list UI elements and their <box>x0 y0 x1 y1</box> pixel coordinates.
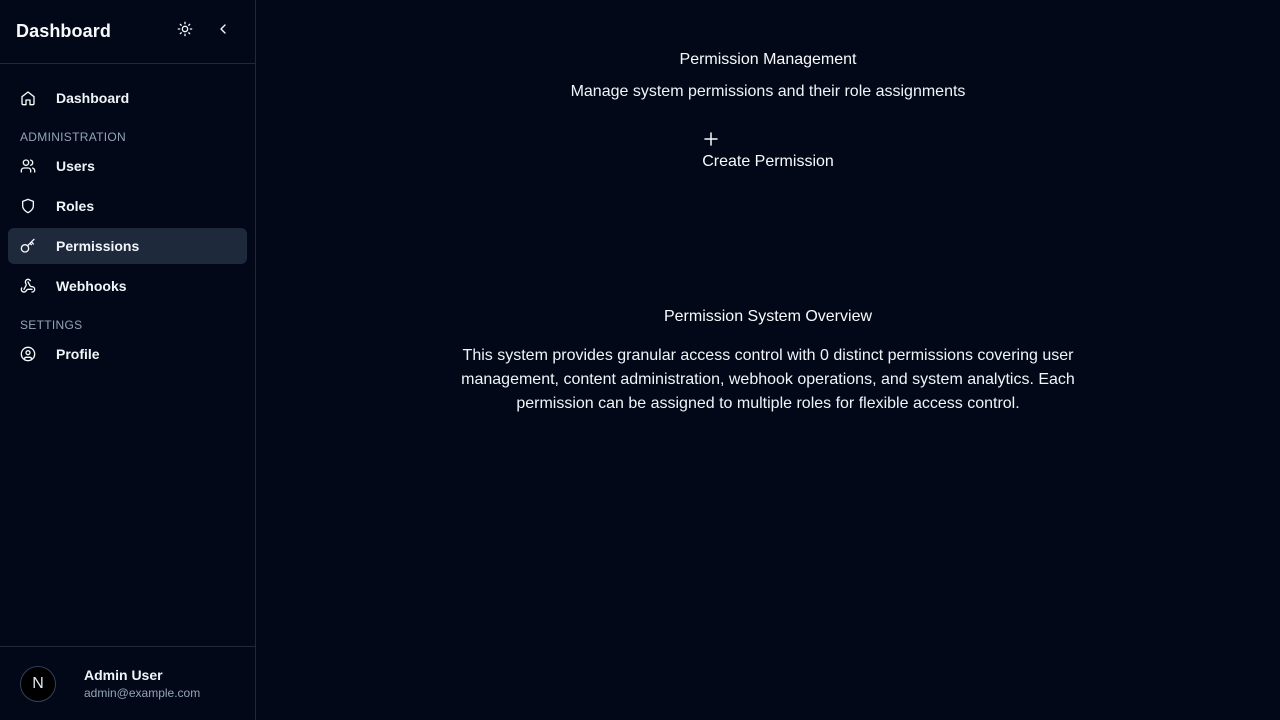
user-email: admin@example.com <box>84 686 201 700</box>
sun-icon <box>177 21 193 42</box>
sidebar-item-profile[interactable]: Profile <box>8 336 247 372</box>
webhook-icon <box>20 278 36 294</box>
plus-icon <box>702 130 720 151</box>
sidebar-item-webhooks[interactable]: Webhooks <box>8 268 247 304</box>
users-icon <box>20 158 36 174</box>
brand-title: Dashboard <box>16 21 111 41</box>
sidebar-item-label: Permissions <box>56 238 140 254</box>
overview-title: Permission System Overview <box>663 308 873 325</box>
app-root: Dashboard Dashboard ADMINISTRATION Users… <box>0 0 1280 720</box>
page-header: Permission Management Manage system perm… <box>256 0 1280 171</box>
section-label-administration: ADMINISTRATION <box>20 130 126 144</box>
avatar: N <box>20 665 56 702</box>
sidebar-item-permissions[interactable]: Permissions <box>8 228 247 264</box>
chevron-left-icon <box>215 21 231 42</box>
sidebar: Dashboard Dashboard ADMINISTRATION Users… <box>0 0 256 720</box>
home-icon <box>20 90 36 106</box>
main-content: Permission Management Manage system perm… <box>256 0 1280 720</box>
create-permission-label: Create Permission <box>702 153 834 170</box>
sidebar-nav: Dashboard ADMINISTRATION Users Roles Per… <box>0 64 255 646</box>
overview-section: Permission System Overview This system p… <box>256 306 1280 416</box>
sidebar-item-label: Roles <box>56 198 95 214</box>
page-subtitle: Manage system permissions and their role… <box>570 83 966 100</box>
user-info: Admin User admin@example.com <box>84 667 200 700</box>
shield-icon <box>20 198 36 214</box>
sidebar-item-roles[interactable]: Roles <box>8 188 247 224</box>
sidebar-item-dashboard[interactable]: Dashboard <box>8 80 247 116</box>
theme-toggle-button[interactable] <box>169 16 201 48</box>
user-name: Admin User <box>84 667 163 683</box>
sidebar-item-label: Users <box>56 158 95 174</box>
page-title: Permission Management <box>679 51 857 68</box>
user-circle-icon <box>20 346 36 362</box>
overview-text: This system provides granular access con… <box>461 347 1075 412</box>
sidebar-item-label: Webhooks <box>56 278 127 294</box>
user-menu[interactable]: N Admin User admin@example.com <box>0 646 255 720</box>
collapse-sidebar-button[interactable] <box>207 16 239 48</box>
sidebar-header: Dashboard <box>0 0 255 64</box>
avatar-letter: N <box>32 674 44 692</box>
create-permission-button[interactable]: Create Permission <box>702 130 834 171</box>
sidebar-item-label: Profile <box>56 346 100 362</box>
section-label-settings: SETTINGS <box>20 318 83 332</box>
sidebar-item-label: Dashboard <box>56 90 130 106</box>
key-icon <box>20 238 36 254</box>
sidebar-item-users[interactable]: Users <box>8 148 247 184</box>
